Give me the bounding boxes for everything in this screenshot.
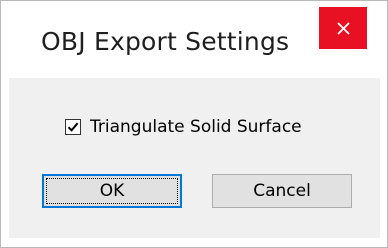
triangulate-label: Triangulate Solid Surface bbox=[90, 117, 302, 137]
checkmark-icon bbox=[67, 122, 79, 132]
cancel-button[interactable]: Cancel bbox=[212, 174, 352, 208]
dialog-title: OBJ Export Settings bbox=[41, 27, 290, 56]
triangulate-option[interactable]: Triangulate Solid Surface bbox=[65, 117, 302, 137]
ok-button[interactable]: OK bbox=[42, 174, 182, 208]
obj-export-settings-dialog: OBJ Export Settings Triangulate Solid Su… bbox=[0, 0, 388, 248]
focus-ring bbox=[46, 178, 178, 204]
close-icon bbox=[336, 21, 350, 35]
close-button[interactable] bbox=[319, 7, 367, 49]
triangulate-checkbox[interactable] bbox=[65, 119, 81, 135]
dialog-client-area: Triangulate Solid Surface OK Cancel bbox=[9, 78, 380, 238]
cancel-button-label: Cancel bbox=[253, 181, 311, 201]
title-bar[interactable]: OBJ Export Settings bbox=[1, 1, 387, 77]
